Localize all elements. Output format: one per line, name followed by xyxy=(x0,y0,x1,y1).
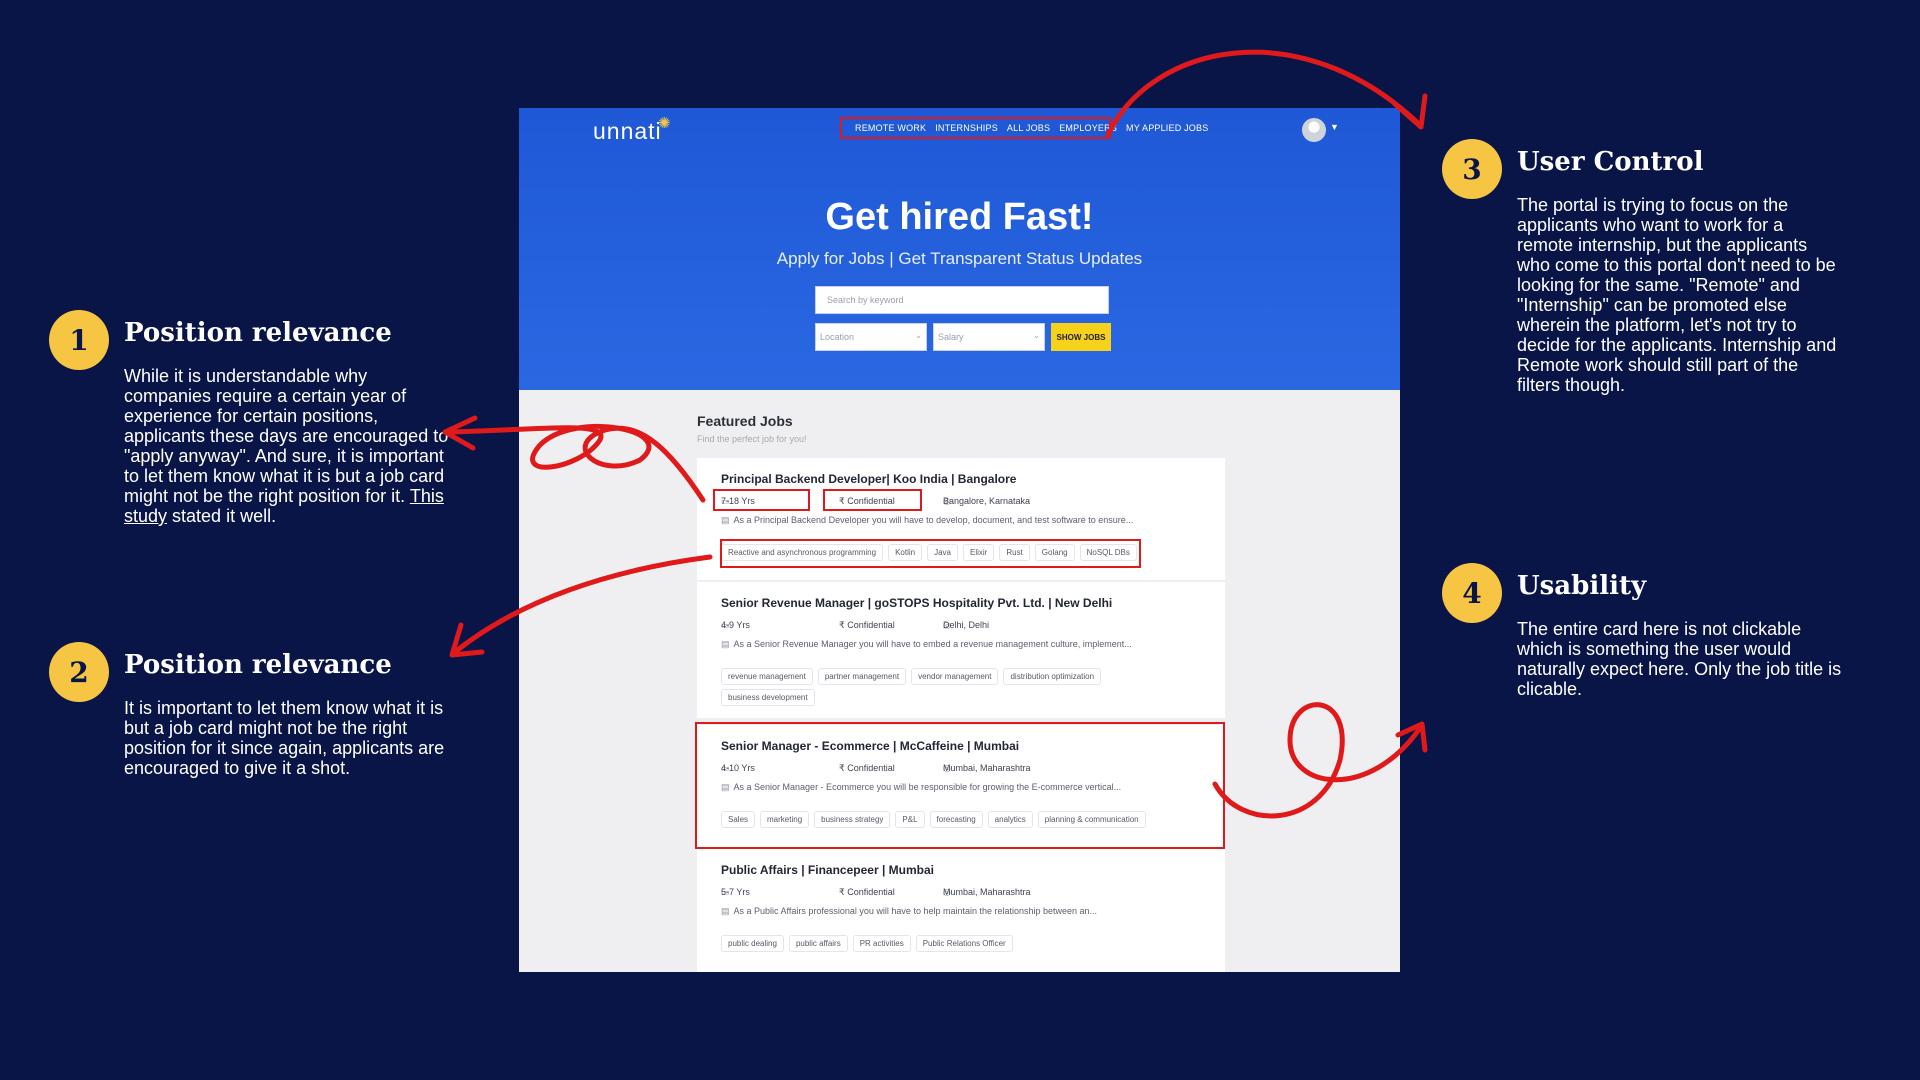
job-title[interactable]: Senior Revenue Manager | goSTOPS Hospita… xyxy=(721,596,1112,610)
annotation-title: Position relevance xyxy=(124,318,392,348)
nav-all-jobs[interactable]: ALL JOBS xyxy=(1007,123,1050,133)
skill-tag: Reactive and asynchronous programming xyxy=(721,544,884,561)
hero-subtitle: Apply for Jobs | Get Transparent Status … xyxy=(776,249,1143,268)
skill-tag: vendor management xyxy=(911,668,999,685)
nav-my-applied-jobs[interactable]: MY APPLIED JOBS xyxy=(1126,123,1208,133)
chevron-down-icon[interactable]: ▼ xyxy=(1330,122,1339,132)
skill-tag: planning & communication xyxy=(1037,811,1146,828)
skill-tag: forecasting xyxy=(929,811,983,828)
show-jobs-button[interactable]: SHOW JOBS xyxy=(1051,323,1111,351)
skill-tag: marketing xyxy=(760,811,810,828)
skill-tag: revenue management xyxy=(721,668,813,685)
annotation-title: Usability xyxy=(1517,571,1647,601)
skill-tag: P&L xyxy=(895,811,925,828)
sun-icon: ✺ xyxy=(658,115,672,132)
salary: ₹ Confidential xyxy=(839,763,895,773)
hero-section: unnati ✺ REMOTE WORK INTERNSHIPS ALL JOBS… xyxy=(519,108,1400,390)
annotation-number: 4 xyxy=(1442,563,1502,623)
salary-select[interactable]: Salary ⌄ xyxy=(933,323,1045,351)
featured-jobs-title: Featured Jobs xyxy=(697,413,793,429)
skill-tag: PR activities xyxy=(852,935,911,952)
annotation-body: It is important to let them know what it… xyxy=(124,698,445,778)
study-link-cont[interactable]: study xyxy=(124,506,167,526)
job-title[interactable]: Principal Backend Developer| Koo India |… xyxy=(721,472,1016,486)
annotation-number: 1 xyxy=(49,310,109,370)
skill-tag: NoSQL DBs xyxy=(1079,544,1137,561)
search-input[interactable]: Search by keyword xyxy=(815,286,1109,314)
arrow-head-1 xyxy=(442,415,478,451)
skill-tag: business development xyxy=(721,689,815,706)
skill-tags: revenue management partner management ve… xyxy=(721,668,1191,706)
skill-tag: partner management xyxy=(817,668,907,685)
skill-tag: public affairs xyxy=(788,935,848,952)
annotation-body: The portal is trying to focus on the app… xyxy=(1517,195,1837,395)
skill-tag: Java xyxy=(927,544,958,561)
document-icon: ▤ xyxy=(721,515,730,525)
skill-tag: public dealing xyxy=(721,935,784,952)
featured-jobs-subtitle: Find the perfect job for you! xyxy=(697,434,807,444)
skill-tag: Golang xyxy=(1034,544,1075,561)
location-select[interactable]: Location ⌄ xyxy=(815,323,927,351)
nav-remote-work[interactable]: REMOTE WORK xyxy=(855,123,926,133)
skill-tag: analytics xyxy=(987,811,1033,828)
job-description: ▤ As a Principal Backend Developer you wi… xyxy=(721,515,1134,525)
skill-tags: public dealing public affairs PR activit… xyxy=(721,935,1191,952)
skill-tags: Reactive and asynchronous programming Ko… xyxy=(721,544,1191,561)
chevron-down-icon: ⌄ xyxy=(1033,331,1040,340)
skill-tags: Sales marketing business strategy P&L fo… xyxy=(721,811,1191,828)
portal-screenshot: unnati ✺ REMOTE WORK INTERNSHIPS ALL JOBS… xyxy=(519,108,1400,972)
skill-tag: business strategy xyxy=(814,811,891,828)
unnati-logo[interactable]: unnati ✺ xyxy=(593,115,671,145)
job-description: ▤ As a Public Affairs professional you wi… xyxy=(721,906,1098,916)
study-link[interactable]: This xyxy=(410,486,444,506)
top-nav: REMOTE WORK INTERNSHIPS ALL JOBS EMPLOYE… xyxy=(855,123,1208,133)
hero-title: Get hired Fast! xyxy=(825,196,1094,238)
avatar[interactable] xyxy=(1302,118,1326,142)
salary: ₹ Confidential xyxy=(839,496,895,506)
annotation-number: 3 xyxy=(1442,139,1502,199)
skill-tag: Kotlin xyxy=(888,544,923,561)
job-card: Principal Backend Developer| Koo India |… xyxy=(697,458,1225,580)
job-title[interactable]: Public Affairs | Financepeer | Mumbai xyxy=(721,863,934,877)
annotation-number: 2 xyxy=(49,642,109,702)
document-icon: ▤ xyxy=(721,906,730,916)
job-card: Senior Manager - Ecommerce | McCaffeine … xyxy=(697,725,1225,847)
document-icon: ▤ xyxy=(721,639,730,649)
job-description: ▤ As a Senior Revenue Manager you will ha… xyxy=(721,639,1132,649)
job-card: Public Affairs | Financepeer | Mumbai ▭ 5… xyxy=(697,849,1225,972)
arrow-head-4 xyxy=(1395,721,1428,753)
job-description: ▤ As a Senior Manager - Ecommerce you wil… xyxy=(721,782,1122,792)
skill-tag: Sales xyxy=(721,811,756,828)
annotation-title: User Control xyxy=(1517,147,1704,177)
skill-tag: Rust xyxy=(999,544,1030,561)
annotation-body: While it is understandable why companies… xyxy=(124,366,449,526)
skill-tag: Public Relations Officer xyxy=(915,935,1013,952)
salary: ₹ Confidential xyxy=(839,620,895,630)
annotation-body: The entire card here is not clickable wh… xyxy=(1517,619,1842,699)
skill-tag: distribution optimization xyxy=(1003,668,1102,685)
nav-internships[interactable]: INTERNSHIPS xyxy=(935,123,998,133)
annotation-title: Position relevance xyxy=(124,650,392,680)
chevron-down-icon: ⌄ xyxy=(915,331,922,340)
document-icon: ▤ xyxy=(721,782,730,792)
job-title[interactable]: Senior Manager - Ecommerce | McCaffeine … xyxy=(721,739,1019,753)
arrow-head-2 xyxy=(449,622,485,658)
nav-employers[interactable]: EMPLOYERS xyxy=(1059,123,1117,133)
job-card: Senior Revenue Manager | goSTOPS Hospita… xyxy=(697,582,1225,718)
skill-tag: Elixir xyxy=(963,544,995,561)
salary: ₹ Confidential xyxy=(839,887,895,897)
